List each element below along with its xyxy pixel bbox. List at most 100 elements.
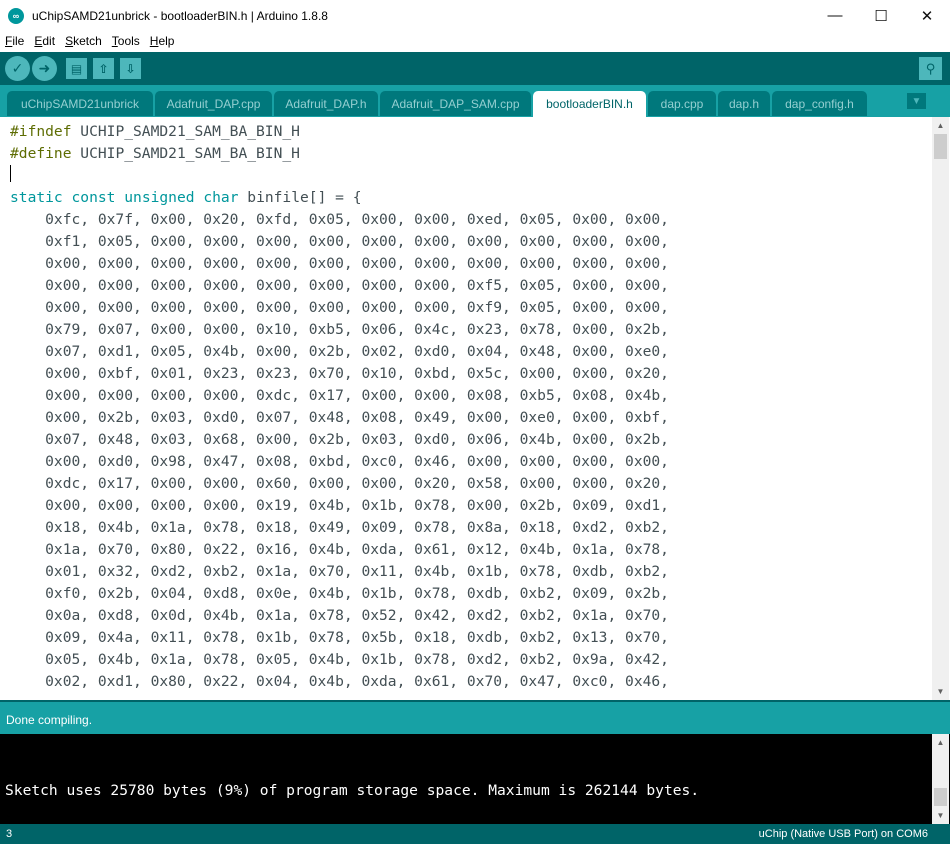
tab-dap-h[interactable]: dap.h [718, 91, 770, 116]
code-line: 0x00, 0x00, 0x00, 0x00, 0x00, 0x00, 0x00… [10, 299, 669, 316]
code-line: #ifndef UCHIP_SAMD21_SAM_BA_BIN_H [10, 121, 300, 143]
menu-help-label: elp [158, 34, 175, 48]
console-output[interactable]: Sketch uses 25780 bytes (9%) of program … [0, 734, 950, 824]
editor-scrollbar-track[interactable]: ▲ ▼ [932, 117, 949, 700]
tab-adafruit-dap-h[interactable]: Adafruit_DAP.h [274, 91, 378, 116]
code-line: 0xdc, 0x17, 0x00, 0x00, 0x60, 0x00, 0x00… [10, 475, 669, 492]
tab-label: dap.h [728, 96, 760, 111]
tab-dap-cpp[interactable]: dap.cpp [648, 91, 716, 116]
tab-label: dap_config.h [785, 96, 854, 111]
tab-adafruit-dap-sam-cpp[interactable]: Adafruit_DAP_SAM.cpp [380, 91, 531, 116]
code-line: 0xf0, 0x2b, 0x04, 0xd8, 0x0e, 0x4b, 0x1b… [10, 585, 669, 602]
tab-label: bootloaderBIN.h [546, 97, 633, 111]
menu-bar: File Edit Sketch Tools Help [0, 31, 950, 51]
code-line: 0x07, 0x48, 0x03, 0x68, 0x00, 0x2b, 0x03… [10, 431, 669, 448]
magnifier-icon: ⚲ [925, 60, 936, 76]
triangle-down-icon: ▼ [911, 95, 922, 107]
maximize-icon[interactable]: ☐ [858, 0, 904, 31]
serial-monitor-button[interactable]: ⚲ [919, 57, 942, 80]
code-line: 0x79, 0x07, 0x00, 0x00, 0x10, 0xb5, 0x06… [10, 321, 669, 338]
code-line: 0x0a, 0xd8, 0x0d, 0x4b, 0x1a, 0x78, 0x52… [10, 607, 669, 624]
open-button[interactable]: ⇧ [93, 58, 114, 79]
arduino-logo-icon: ∞ [8, 7, 24, 24]
menu-file-label: ile [12, 34, 25, 48]
minimize-icon[interactable]: — [812, 0, 858, 31]
tab-label: Adafruit_DAP.h [285, 96, 367, 111]
tab-label: Adafruit_DAP.cpp [166, 96, 261, 111]
keyword: static [10, 189, 63, 206]
checkmark-icon: ✓ [11, 60, 24, 76]
new-button[interactable]: ▤ [66, 58, 87, 79]
keyword: unsigned [124, 189, 195, 206]
footer-bar: 3 uChip (Native USB Port) on COM6 [0, 824, 950, 844]
status-message: Done compiling. [6, 713, 93, 727]
menu-edit-label: dit [42, 34, 56, 48]
close-icon[interactable]: ✕ [904, 0, 950, 31]
menu-help[interactable]: Help [145, 34, 180, 48]
code-text: binfile[] = { [238, 189, 362, 206]
code-text: UCHIP_SAMD21_SAM_BA_BIN_H [71, 123, 300, 140]
scroll-up-icon[interactable]: ▲ [932, 734, 949, 751]
code-line: 0x00, 0x00, 0x00, 0x00, 0x00, 0x00, 0x00… [10, 277, 669, 294]
code-line: 0x05, 0x4b, 0x1a, 0x78, 0x05, 0x4b, 0x1b… [10, 651, 669, 668]
console-text: Sketch uses 25780 bytes (9%) of program … [5, 782, 700, 799]
tab-uchipsamd21unbrick[interactable]: uChipSAMD21unbrick [7, 91, 153, 116]
code-line: 0x1a, 0x70, 0x80, 0x22, 0x16, 0x4b, 0xda… [10, 541, 669, 558]
code-line: 0x00, 0x2b, 0x03, 0xd0, 0x07, 0x48, 0x08… [10, 409, 669, 426]
tab-bootloaderbin-h[interactable]: bootloaderBIN.h [533, 91, 646, 117]
code-line: 0xf1, 0x05, 0x00, 0x00, 0x00, 0x00, 0x00… [10, 233, 669, 250]
code-line: 0xfc, 0x7f, 0x00, 0x20, 0xfd, 0x05, 0x00… [10, 211, 669, 228]
menu-tools-label: ools [117, 34, 140, 48]
arrow-down-icon: ⇩ [125, 61, 136, 76]
tab-label: dap.cpp [660, 96, 704, 111]
code-line: 0x00, 0x00, 0x00, 0x00, 0x19, 0x4b, 0x1b… [10, 497, 669, 514]
text-caret [10, 165, 11, 182]
code-line: 0x00, 0xbf, 0x01, 0x23, 0x23, 0x70, 0x10… [10, 365, 669, 382]
keyword: char [203, 189, 239, 206]
preprocessor-keyword: #define [10, 145, 72, 162]
menu-file[interactable]: File [0, 34, 29, 48]
title-bar: ∞ uChipSAMD21unbrick - bootloaderBIN.h |… [0, 0, 950, 31]
code-line: 0x02, 0xd1, 0x80, 0x22, 0x04, 0x4b, 0xda… [10, 673, 669, 690]
menu-tools[interactable]: Tools [107, 34, 145, 48]
code-text: UCHIP_SAMD21_SAM_BA_BIN_H [71, 145, 300, 162]
tab-label: Adafruit_DAP_SAM.cpp [391, 96, 520, 111]
code-line: 0x00, 0x00, 0x00, 0x00, 0xdc, 0x17, 0x00… [10, 387, 669, 404]
save-button[interactable]: ⇩ [120, 58, 141, 79]
upload-button[interactable]: ➜ [32, 56, 57, 81]
verify-button[interactable]: ✓ [5, 56, 30, 81]
code-line: 0x07, 0xd1, 0x05, 0x4b, 0x00, 0x2b, 0x02… [10, 343, 669, 360]
tab-bar: uChipSAMD21unbrick Adafruit_DAP.cpp Adaf… [0, 85, 950, 117]
tab-dap-config-h[interactable]: dap_config.h [772, 91, 867, 116]
code-line: #define UCHIP_SAMD21_SAM_BA_BIN_H [10, 143, 300, 165]
menu-sketch-hotkey: S [65, 34, 74, 48]
arrow-up-icon: ⇧ [98, 61, 109, 76]
code-line: 0x00, 0x00, 0x00, 0x00, 0x00, 0x00, 0x00… [10, 255, 669, 272]
window-controls: — ☐ ✕ [812, 0, 950, 31]
console-scrollbar[interactable]: ▲ ▼ [932, 734, 949, 824]
keyword: const [71, 189, 116, 206]
tab-label: uChipSAMD21unbrick [20, 96, 140, 111]
tab-adafruit-dap-cpp[interactable]: Adafruit_DAP.cpp [155, 91, 272, 116]
tab-menu-button[interactable]: ▼ [907, 93, 926, 109]
code-editor[interactable]: #ifndef UCHIP_SAMD21_SAM_BA_BIN_H #defin… [0, 117, 932, 700]
scroll-up-icon[interactable]: ▲ [932, 117, 949, 134]
status-bar: Done compiling. [0, 700, 950, 734]
board-port-info: uChip (Native USB Port) on COM6 [758, 828, 928, 840]
scroll-down-icon[interactable]: ▼ [932, 683, 949, 700]
arrow-right-icon: ➜ [38, 60, 51, 76]
code-line: 0x00, 0xd0, 0x98, 0x47, 0x08, 0xbd, 0xc0… [10, 453, 669, 470]
toolbar: ✓ ➜ ▤ ⇧ ⇩ ⚲ [0, 52, 950, 85]
menu-sketch[interactable]: Sketch [60, 34, 107, 48]
scrollbar-thumb[interactable] [934, 134, 947, 159]
code-line: static const unsigned char binfile[] = { [10, 187, 362, 209]
window-title: uChipSAMD21unbrick - bootloaderBIN.h | A… [32, 8, 328, 23]
menu-edit[interactable]: Edit [29, 34, 60, 48]
menu-sketch-label: ketch [73, 34, 102, 48]
code-line: 0x18, 0x4b, 0x1a, 0x78, 0x18, 0x49, 0x09… [10, 519, 669, 536]
preprocessor-keyword: #ifndef [10, 123, 72, 140]
code-line: 0x01, 0x32, 0xd2, 0xb2, 0x1a, 0x70, 0x11… [10, 563, 669, 580]
scroll-down-icon[interactable]: ▼ [932, 807, 949, 824]
scrollbar-thumb[interactable] [934, 788, 947, 806]
code-line: 0x09, 0x4a, 0x11, 0x78, 0x1b, 0x78, 0x5b… [10, 629, 669, 646]
